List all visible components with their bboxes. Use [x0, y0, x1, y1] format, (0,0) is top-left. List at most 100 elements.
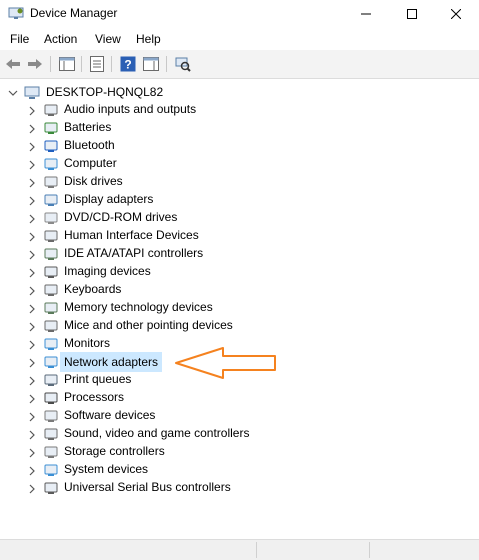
chevron-right-icon[interactable] [27, 214, 37, 224]
tree-item-label[interactable]: IDE ATA/ATAPI controllers [61, 244, 206, 262]
chevron-right-icon[interactable] [27, 232, 37, 242]
chevron-right-icon[interactable] [27, 412, 37, 422]
chevron-right-icon[interactable] [27, 394, 37, 404]
device-tree: DESKTOP-HQNQL82 Audio inputs and outputs… [0, 79, 479, 539]
tree-item-label[interactable]: Audio inputs and outputs [61, 100, 199, 118]
display-adapter-icon [44, 194, 58, 206]
scan-hardware-icon [175, 57, 191, 72]
monitor-icon [44, 338, 58, 350]
chevron-right-icon[interactable] [27, 124, 37, 134]
minimize-icon [361, 13, 371, 15]
console-tree-icon [59, 57, 75, 71]
storage-controller-icon [44, 446, 58, 458]
chevron-right-icon[interactable] [27, 376, 37, 386]
tree-item-label[interactable]: Display adapters [61, 190, 156, 208]
maximize-button[interactable] [389, 0, 435, 28]
properties-icon [90, 56, 104, 72]
chevron-right-icon[interactable] [27, 142, 37, 152]
action-pane-icon [143, 57, 159, 71]
dvd-icon [44, 212, 58, 224]
computer-icon [44, 158, 58, 170]
chevron-right-icon[interactable] [27, 286, 37, 296]
tree-item-label[interactable]: Universal Serial Bus controllers [61, 478, 234, 496]
hid-icon [44, 230, 58, 242]
mouse-icon [44, 320, 58, 332]
tree-item-label[interactable]: DVD/CD-ROM drives [61, 208, 180, 226]
tree-item-label[interactable]: Bluetooth [61, 136, 118, 154]
chevron-right-icon[interactable] [27, 340, 37, 350]
chevron-right-icon[interactable] [27, 448, 37, 458]
speaker-icon [44, 104, 58, 116]
menu-file[interactable]: File [10, 32, 29, 46]
tree-item-label[interactable]: Sound, video and game controllers [61, 424, 252, 442]
help-icon: ? [120, 56, 136, 72]
status-separator [369, 542, 370, 558]
tree-item-label[interactable]: Processors [61, 388, 127, 406]
forward-button[interactable] [26, 55, 44, 73]
tree-item-label[interactable]: Monitors [61, 334, 113, 352]
memory-icon [44, 302, 58, 314]
help-button[interactable]: ? [119, 55, 137, 73]
device-manager-app-icon [8, 7, 24, 19]
chevron-right-icon[interactable] [27, 196, 37, 206]
chevron-right-icon[interactable] [27, 106, 37, 116]
tree-item-label[interactable]: Storage controllers [61, 442, 168, 460]
action-pane-button[interactable] [142, 55, 160, 73]
forward-arrow-icon [28, 59, 42, 69]
tree-item-label[interactable]: Keyboards [61, 280, 124, 298]
window-title: Device Manager [30, 6, 118, 20]
chevron-right-icon[interactable] [27, 466, 37, 476]
chevron-right-icon[interactable] [27, 304, 37, 314]
toolbar-separator [50, 56, 51, 72]
ide-controller-icon [44, 248, 58, 260]
chevron-right-icon[interactable] [27, 160, 37, 170]
menu-bar: File Action View Help [0, 28, 479, 50]
tree-item-label[interactable]: System devices [61, 460, 151, 478]
tree-item-label[interactable]: Software devices [61, 406, 158, 424]
chevron-right-icon[interactable] [27, 322, 37, 332]
network-adapter-icon [44, 356, 58, 368]
tree-item-label[interactable]: Batteries [61, 118, 114, 136]
close-button[interactable] [433, 0, 479, 28]
title-bar: Device Manager [0, 0, 479, 28]
show-hide-console-tree-button[interactable] [58, 55, 76, 73]
printer-icon [44, 374, 58, 386]
battery-icon [44, 122, 58, 134]
status-separator [256, 542, 257, 558]
minimize-button[interactable] [343, 0, 389, 28]
sound-icon [44, 428, 58, 440]
menu-action[interactable]: Action [44, 32, 77, 46]
tree-item-label[interactable]: Network adapters [60, 352, 163, 372]
status-bar [0, 539, 479, 560]
chevron-right-icon[interactable] [27, 178, 37, 188]
software-device-icon [44, 410, 58, 422]
chevron-right-icon[interactable] [27, 358, 37, 368]
system-device-icon [44, 464, 58, 476]
tree-item-label[interactable]: Imaging devices [61, 262, 154, 280]
chevron-right-icon[interactable] [27, 250, 37, 260]
chevron-right-icon[interactable] [27, 430, 37, 440]
tree-item-label[interactable]: Human Interface Devices [61, 226, 202, 244]
tree-root-label[interactable]: DESKTOP-HQNQL82 [43, 83, 166, 101]
scan-hardware-changes-button[interactable] [174, 55, 192, 73]
computer-root-icon [24, 86, 40, 99]
tree-item-label[interactable]: Computer [61, 154, 120, 172]
properties-button[interactable] [88, 55, 106, 73]
tree-item-label[interactable]: Mice and other pointing devices [61, 316, 236, 334]
back-button[interactable] [4, 55, 22, 73]
tree-item-label[interactable]: Disk drives [61, 172, 126, 190]
toolbar: ? [0, 50, 479, 79]
menu-help[interactable]: Help [136, 32, 161, 46]
chevron-right-icon[interactable] [27, 268, 37, 278]
back-arrow-icon [6, 59, 20, 69]
tree-item-label[interactable]: Print queues [61, 370, 134, 388]
tree-item-label[interactable]: Memory technology devices [61, 298, 216, 316]
annotation-arrow-icon [175, 347, 276, 379]
chevron-down-icon[interactable] [8, 88, 18, 98]
close-icon [451, 9, 461, 19]
svg-text:?: ? [124, 58, 131, 72]
keyboard-icon [44, 284, 58, 296]
chevron-right-icon[interactable] [27, 484, 37, 494]
menu-view[interactable]: View [95, 32, 121, 46]
toolbar-separator [166, 56, 167, 72]
